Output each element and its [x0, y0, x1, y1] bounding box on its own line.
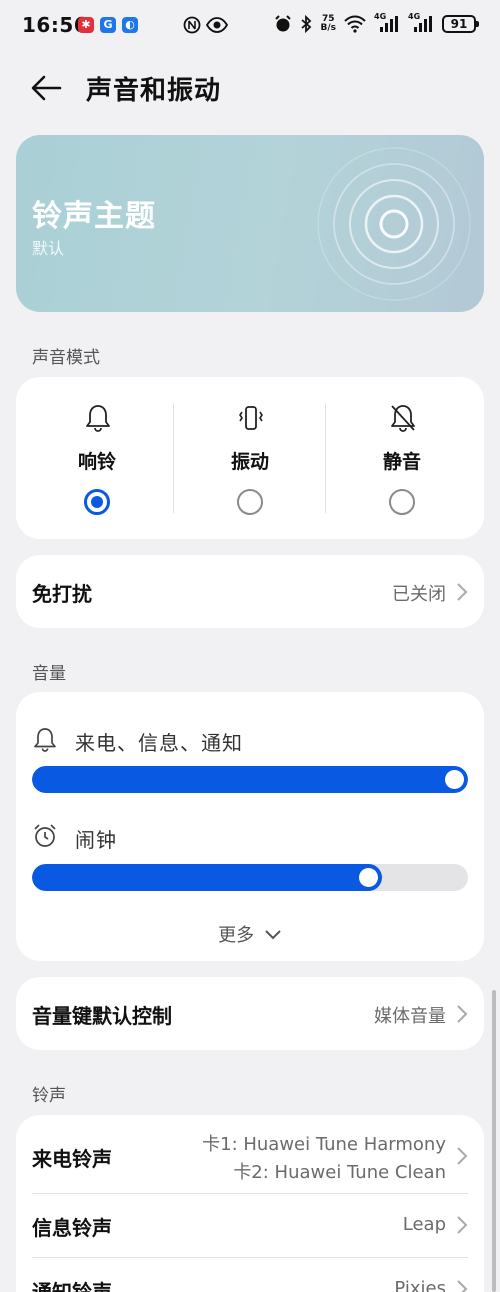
- status-bar: 16:56 ✱ G ◐ 75 B/s 4G 4G 91: [0, 0, 500, 52]
- mode-option-silent[interactable]: 静音: [326, 377, 478, 539]
- bell-icon: [86, 405, 110, 432]
- radio-silent[interactable]: [389, 489, 415, 515]
- volume-key-label: 音量键默认控制: [32, 1004, 172, 1028]
- chevron-down-icon: [265, 930, 281, 940]
- back-arrow-icon[interactable]: [30, 72, 64, 104]
- ringtone-theme-card[interactable]: 铃声主题 默认: [16, 135, 484, 312]
- scrollbar[interactable]: [492, 990, 496, 1292]
- radio-vibrate[interactable]: [237, 489, 263, 515]
- app-notification-icon: ✱: [78, 17, 94, 33]
- bell-icon: [34, 728, 56, 752]
- theme-subtitle: 默认: [32, 239, 65, 258]
- more-label: 更多: [218, 925, 255, 946]
- alarm-icon: [275, 15, 292, 32]
- theme-title: 铃声主题: [32, 199, 156, 234]
- section-label-volume: 音量: [32, 664, 66, 684]
- chevron-right-icon: [457, 1005, 468, 1023]
- radio-ring-selected[interactable]: [84, 489, 110, 515]
- dnd-label: 免打扰: [32, 582, 92, 606]
- slider-thumb[interactable]: [445, 770, 464, 789]
- notification-ringtone-row[interactable]: 通知铃声 Pixies: [16, 1258, 484, 1292]
- volume-key-row[interactable]: 音量键默认控制 媒体音量: [16, 977, 484, 1050]
- vibrate-icon: [239, 406, 263, 430]
- section-label-sound-mode: 声音模式: [32, 348, 100, 368]
- bell-off-icon: [391, 405, 415, 432]
- section-label-ringtones: 铃声: [32, 1086, 66, 1106]
- app-notification-icon: G: [100, 17, 116, 33]
- page-title: 声音和振动: [86, 76, 222, 106]
- app-notification-icon: ◐: [122, 17, 138, 33]
- dnd-row[interactable]: 免打扰 已关闭: [16, 555, 484, 628]
- slider-fill: [32, 766, 468, 793]
- message-ringtone-value: Leap: [402, 1214, 446, 1235]
- ringtone-volume-slider[interactable]: [32, 766, 468, 793]
- eye-comfort-icon: [206, 17, 228, 33]
- notification-ringtone-value: Pixies: [394, 1278, 446, 1292]
- dnd-value: 已关闭: [392, 584, 446, 605]
- notification-ringtone-label: 通知铃声: [32, 1280, 112, 1292]
- incoming-ringtone-label: 来电铃声: [32, 1147, 112, 1171]
- volume-key-value: 媒体音量: [374, 1006, 446, 1027]
- mode-label: 响铃: [77, 451, 116, 473]
- chevron-right-icon: [457, 1280, 468, 1292]
- slider-thumb[interactable]: [359, 868, 379, 887]
- alarm-volume-slider[interactable]: [32, 864, 468, 891]
- chevron-right-icon: [457, 1147, 468, 1165]
- alarm-clock-icon: [34, 824, 56, 847]
- chevron-right-icon: [457, 583, 468, 601]
- message-ringtone-label: 信息铃声: [32, 1216, 112, 1240]
- network-speed: 75 B/s: [320, 14, 336, 33]
- mode-option-vibrate[interactable]: 振动: [174, 377, 326, 539]
- sound-waves-icon: [317, 147, 471, 301]
- wifi-icon: [344, 15, 366, 33]
- chevron-right-icon: [457, 1216, 468, 1234]
- volume-card: 来电、信息、通知 闹钟 更多: [16, 692, 484, 961]
- cellular-signal-icon: 4G: [408, 12, 434, 34]
- message-ringtone-row[interactable]: 信息铃声 Leap: [16, 1194, 484, 1257]
- incoming-ringtone-value: 卡1: Huawei Tune Harmony 卡2: Huawei Tune …: [202, 1134, 446, 1183]
- header: 声音和振动: [0, 60, 500, 116]
- slider-fill: [32, 864, 383, 891]
- sound-mode-card: 响铃 振动 静音: [16, 377, 484, 539]
- nfc-icon: [183, 16, 201, 34]
- volume-ringtone-label: 来电、信息、通知: [75, 731, 243, 755]
- bluetooth-icon: [301, 15, 312, 33]
- mode-option-ring[interactable]: 响铃: [21, 377, 173, 539]
- more-button[interactable]: 更多: [16, 921, 484, 947]
- incoming-ringtone-row[interactable]: 来电铃声 卡1: Huawei Tune Harmony 卡2: Huawei …: [16, 1115, 484, 1193]
- ringtones-card: 来电铃声 卡1: Huawei Tune Harmony 卡2: Huawei …: [16, 1115, 484, 1292]
- mode-label: 静音: [382, 451, 421, 473]
- volume-alarm-label: 闹钟: [75, 828, 117, 852]
- mode-label: 振动: [230, 451, 269, 473]
- battery-icon: 91: [442, 15, 479, 33]
- cellular-signal-icon: 4G: [374, 12, 400, 34]
